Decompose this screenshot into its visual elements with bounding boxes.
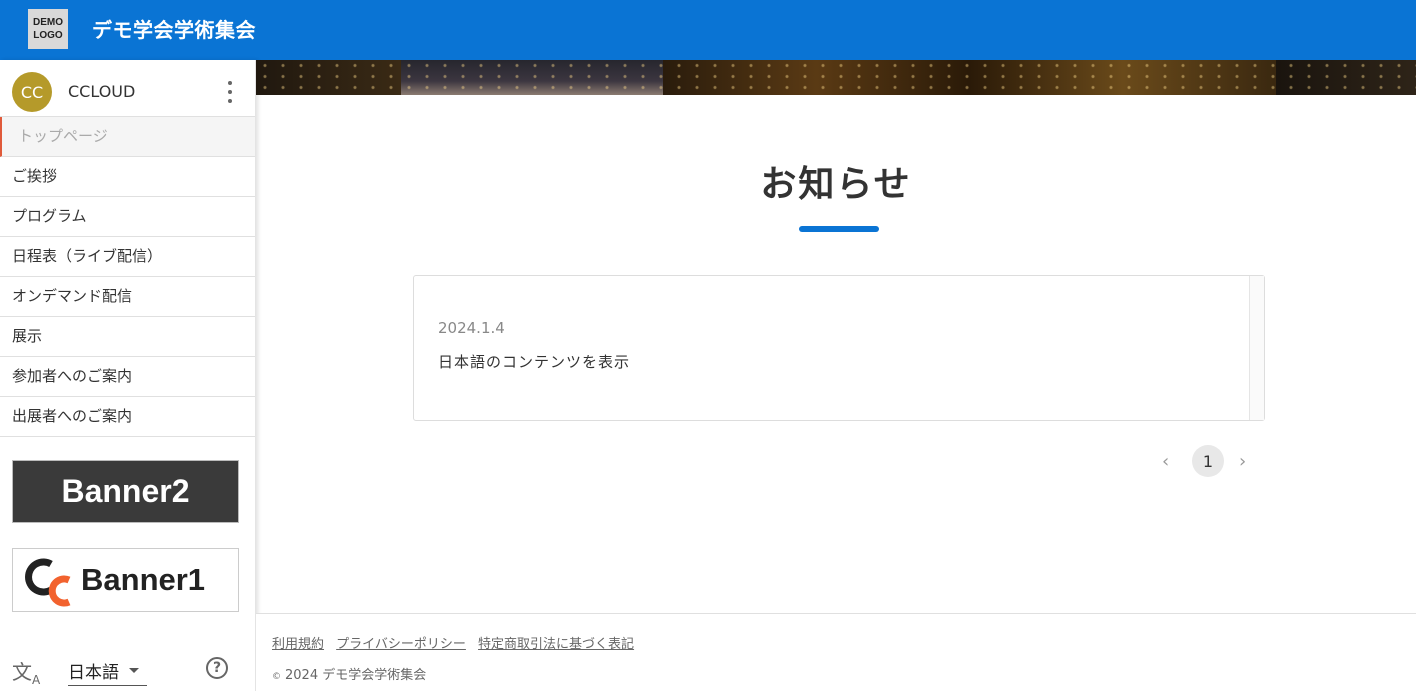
cc-logo-icon — [25, 558, 71, 607]
copyright-symbol: © — [272, 672, 281, 682]
page-number-button[interactable]: 1 — [1192, 445, 1224, 477]
sidebar-item-top-page[interactable]: トップページ — [0, 117, 255, 157]
news-card: 2024.1.4 日本語のコンテンツを表示 — [413, 275, 1265, 421]
terms-link[interactable]: 利用規約 — [272, 637, 324, 652]
chevron-right-icon[interactable]: › — [1239, 451, 1246, 472]
pagination: ‹ 1 › — [1156, 445, 1264, 477]
banner2[interactable]: Banner2 — [12, 460, 239, 523]
banner1-label: Banner1 — [81, 562, 206, 597]
language-select[interactable]: 日本語 — [68, 658, 147, 686]
banner1[interactable]: Banner1 — [12, 548, 239, 612]
more-options-icon[interactable] — [220, 81, 240, 103]
top-app-bar: DEMO LOGO デモ学会学術集会 — [0, 0, 1416, 60]
hero-image — [256, 60, 1416, 95]
footer-links: 利用規約 プライバシーポリシー 特定商取引法に基づく表記 — [272, 633, 642, 652]
page-title: お知らせ — [760, 164, 912, 205]
avatar[interactable]: CC — [12, 72, 52, 112]
sidebar-item-participant-guide[interactable]: 参加者へのご案内 — [0, 357, 255, 397]
footer: 利用規約 プライバシーポリシー 特定商取引法に基づく表記 © 2024 デモ学会学… — [256, 613, 1416, 691]
sidebar: CC CCLOUD トップページ ご挨拶 プログラム 日程表（ライブ配信） オン… — [0, 60, 256, 691]
language-row: 文A 日本語 ? — [0, 648, 255, 691]
logo-line-1: DEMO — [33, 17, 63, 28]
demo-logo[interactable]: DEMO LOGO — [28, 9, 68, 49]
user-row: CC CCLOUD — [0, 60, 255, 116]
sidebar-nav: トップページ ご挨拶 プログラム 日程表（ライブ配信） オンデマンド配信 展示 … — [0, 116, 255, 437]
privacy-policy-link[interactable]: プライバシーポリシー — [336, 637, 466, 652]
sidebar-item-on-demand[interactable]: オンデマンド配信 — [0, 277, 255, 317]
sidebar-item-greeting[interactable]: ご挨拶 — [0, 157, 255, 197]
language-selected: 日本語 — [68, 663, 119, 683]
chevron-left-icon[interactable]: ‹ — [1162, 451, 1169, 472]
user-name: CCLOUD — [68, 82, 136, 101]
help-icon[interactable]: ? — [206, 657, 228, 679]
logo-line-2: LOGO — [33, 30, 63, 41]
news-date: 2024.1.4 — [438, 319, 505, 337]
copyright: © 2024 デモ学会学術集会 — [272, 664, 426, 683]
title-underline — [799, 226, 879, 232]
site-title[interactable]: デモ学会学術集会 — [92, 14, 256, 43]
sidebar-item-exhibition[interactable]: 展示 — [0, 317, 255, 357]
sidebar-item-exhibitor-guide[interactable]: 出展者へのご案内 — [0, 397, 255, 437]
news-scrollbar[interactable] — [1249, 276, 1264, 420]
translate-icon: 文A — [12, 660, 41, 687]
news-item-link[interactable]: 日本語のコンテンツを表示 — [438, 351, 630, 372]
commercial-transactions-link[interactable]: 特定商取引法に基づく表記 — [478, 637, 634, 652]
caret-down-icon — [129, 668, 139, 673]
copyright-text: 2024 デモ学会学術集会 — [285, 668, 427, 683]
sidebar-item-program[interactable]: プログラム — [0, 197, 255, 237]
sidebar-item-schedule[interactable]: 日程表（ライブ配信） — [0, 237, 255, 277]
